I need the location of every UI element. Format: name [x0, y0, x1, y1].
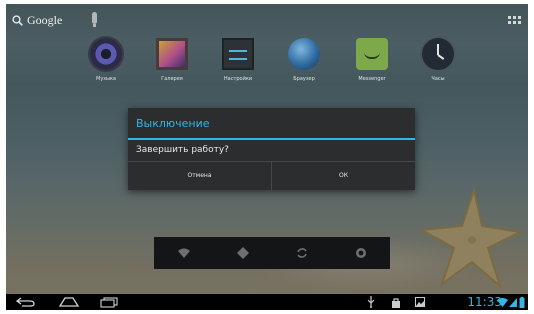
gallery-icon	[156, 38, 188, 70]
back-icon[interactable]	[16, 296, 36, 308]
dialog-button-row: Отмена ОК	[128, 161, 415, 190]
music-icon	[90, 38, 122, 70]
app-label: Настройки	[223, 76, 253, 82]
home-icon[interactable]	[58, 296, 80, 308]
battery-icon	[519, 296, 525, 308]
quick-settings-bar	[154, 237, 390, 269]
google-search-label: Google	[27, 13, 63, 27]
device-screen: Google Музыка Галерея Настройки Браузер …	[6, 4, 528, 310]
shutdown-dialog: Выключение Завершить работу? Отмена ОК	[128, 108, 415, 190]
wifi-signal-icon	[497, 296, 508, 308]
app-gallery[interactable]: Галерея	[142, 38, 202, 82]
dialog-title: Выключение	[136, 117, 210, 130]
app-label: Messenger	[358, 76, 386, 82]
system-nav-bar: 11:33	[6, 294, 528, 310]
app-label: Галерея	[161, 76, 183, 82]
usb-icon	[367, 296, 375, 308]
messenger-icon	[356, 38, 388, 70]
brightness-icon[interactable]	[354, 246, 368, 260]
screenshot-icon	[415, 296, 425, 308]
notification-lock-icon	[391, 296, 401, 308]
google-search-widget[interactable]: Google	[12, 13, 62, 28]
voice-search-icon[interactable]	[92, 12, 97, 27]
app-label: Музыка	[96, 76, 116, 82]
app-browser[interactable]: Браузер	[274, 38, 334, 82]
gps-icon[interactable]	[236, 246, 250, 260]
cancel-button[interactable]: Отмена	[128, 162, 271, 190]
browser-icon	[288, 38, 320, 70]
search-icon	[12, 15, 23, 26]
settings-icon	[222, 38, 254, 70]
app-messenger[interactable]: Messenger	[342, 38, 402, 82]
all-apps-icon[interactable]	[508, 16, 521, 25]
clock-icon	[422, 38, 454, 70]
app-label: Часы	[431, 76, 445, 82]
app-label: Браузер	[293, 76, 315, 82]
home-screen-wallpaper: Google Музыка Галерея Настройки Браузер …	[6, 4, 528, 294]
recent-apps-icon[interactable]	[100, 296, 118, 308]
app-clock[interactable]: Часы	[408, 38, 468, 82]
ok-button[interactable]: ОК	[271, 162, 415, 190]
cell-signal-icon	[509, 296, 517, 308]
wifi-icon[interactable]	[177, 246, 191, 260]
app-settings[interactable]: Настройки	[208, 38, 268, 82]
dialog-message: Завершить работу?	[136, 145, 229, 155]
app-music[interactable]: Музыка	[76, 38, 136, 82]
sync-icon[interactable]	[295, 246, 309, 260]
